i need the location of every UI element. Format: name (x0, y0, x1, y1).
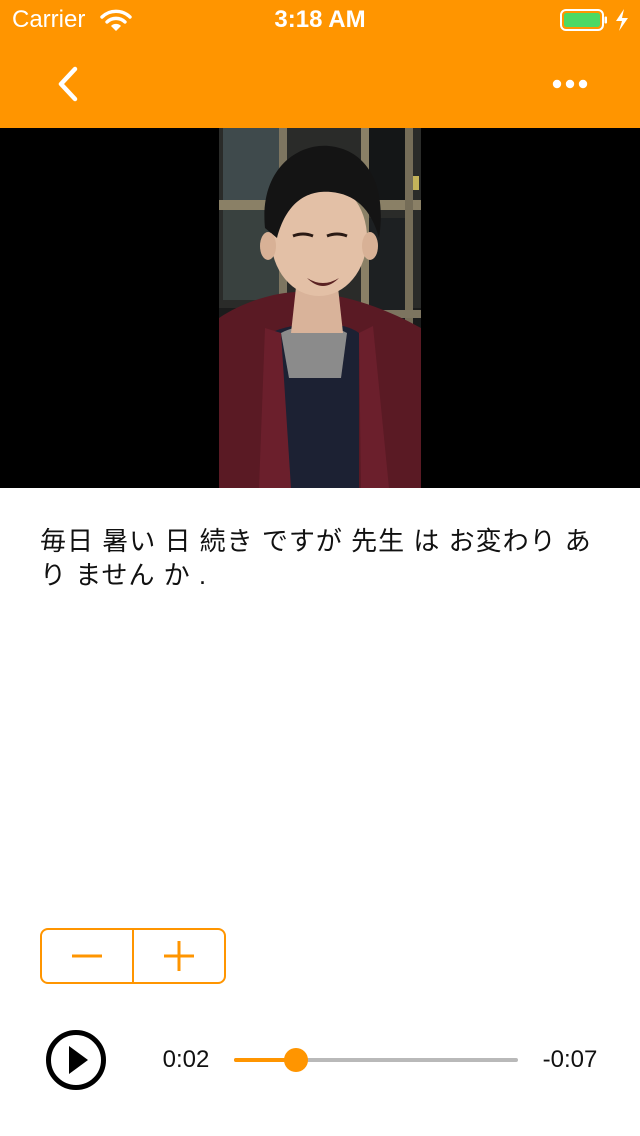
chevron-left-icon (58, 66, 78, 102)
increase-button[interactable] (134, 930, 224, 982)
play-button[interactable] (44, 1028, 108, 1092)
ellipsis-icon (552, 79, 588, 89)
current-time: 0:02 (162, 1046, 210, 1073)
decrease-button[interactable] (42, 930, 132, 982)
more-options-button[interactable] (540, 62, 600, 106)
speed-stepper (40, 928, 226, 984)
bolt-icon (616, 9, 628, 31)
plus-icon (164, 941, 194, 971)
status-bar: Carrier 3:18 AM (0, 0, 640, 40)
battery-full-icon (560, 9, 607, 31)
playback-scrubber[interactable] (234, 1040, 518, 1080)
back-button[interactable] (44, 58, 92, 110)
status-time: 3:18 AM (274, 6, 366, 33)
video-frame (219, 128, 421, 488)
minus-icon (72, 954, 102, 958)
play-icon (46, 1030, 106, 1090)
nav-bar: Carrier 3:18 AM (0, 0, 640, 128)
scrubber-thumb[interactable] (284, 1048, 309, 1072)
video-player[interactable] (0, 128, 640, 488)
caption-text: 毎日 暑い 日 続き ですが 先生 は お変わり あり ません か . (40, 526, 592, 590)
remaining-time: -0:07 (542, 1046, 598, 1073)
